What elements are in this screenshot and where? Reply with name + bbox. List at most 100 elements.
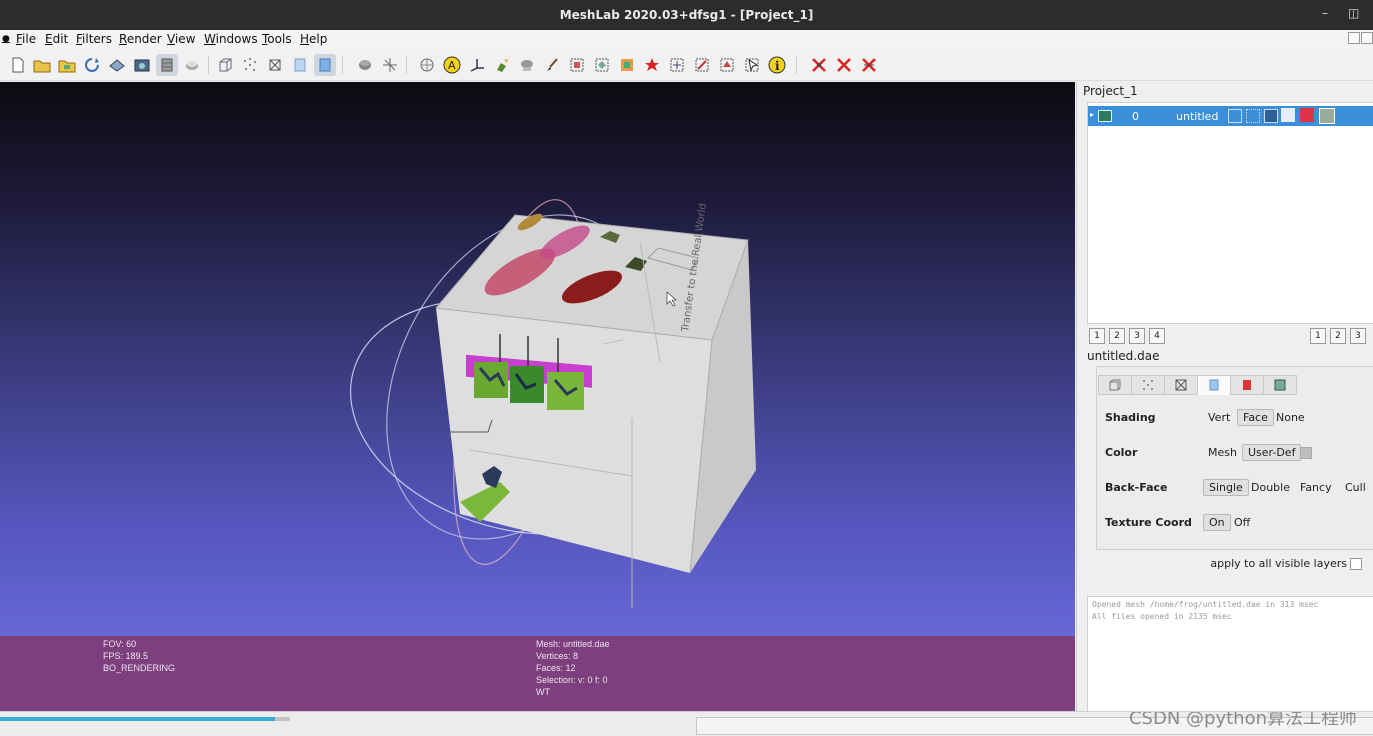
layer-texture-icon[interactable] bbox=[1300, 108, 1314, 122]
select-faces-icon[interactable] bbox=[566, 54, 588, 76]
points-icon[interactable] bbox=[239, 54, 261, 76]
info-mesh: Mesh: untitled.dae bbox=[536, 639, 610, 649]
apply-all-checkbox[interactable] bbox=[1350, 558, 1362, 570]
delete-faces-icon[interactable] bbox=[833, 54, 855, 76]
raster-button-3[interactable]: 3 bbox=[1350, 328, 1366, 344]
view-button-3[interactable]: 3 bbox=[1129, 328, 1145, 344]
layer-dock: Project_1 ▸ 0 untitled 1 2 3 4 1 2 3 unt… bbox=[1076, 82, 1373, 712]
wireframe-icon[interactable] bbox=[264, 54, 286, 76]
shading-vert-option[interactable]: Vert bbox=[1203, 410, 1235, 425]
color-mesh-option[interactable]: Mesh bbox=[1203, 445, 1242, 460]
raster-icon[interactable] bbox=[181, 54, 203, 76]
info-icon[interactable]: i bbox=[766, 54, 788, 76]
texcoord-on-option[interactable]: On bbox=[1203, 514, 1231, 531]
menu-view[interactable]: View bbox=[167, 32, 195, 46]
mdi-restore-button[interactable] bbox=[1348, 32, 1360, 44]
info-rendering: BO_RENDERING bbox=[103, 663, 176, 673]
backface-double-option[interactable]: Double bbox=[1246, 480, 1295, 495]
tab-points[interactable] bbox=[1131, 375, 1165, 395]
new-project-icon[interactable] bbox=[7, 54, 29, 76]
view-button-4[interactable]: 4 bbox=[1149, 328, 1165, 344]
light-icon[interactable] bbox=[354, 54, 376, 76]
expand-arrow-icon[interactable]: ▸ bbox=[1090, 110, 1094, 119]
color-swatch[interactable] bbox=[1300, 447, 1312, 459]
raster-button-2[interactable]: 2 bbox=[1330, 328, 1346, 344]
view-button-1[interactable]: 1 bbox=[1089, 328, 1105, 344]
select-connected-icon[interactable] bbox=[591, 54, 613, 76]
axis-icon[interactable] bbox=[466, 54, 488, 76]
select-vertex-icon[interactable] bbox=[516, 54, 538, 76]
menu-tools[interactable]: Tools bbox=[262, 32, 292, 46]
backface-cull-option[interactable]: Cull bbox=[1340, 480, 1371, 495]
menu-windows[interactable]: Windows bbox=[204, 32, 258, 46]
flat-icon[interactable] bbox=[289, 54, 311, 76]
tab-wireframe[interactable] bbox=[1164, 375, 1198, 395]
tab-texture[interactable] bbox=[1230, 375, 1264, 395]
backface-single-option[interactable]: Single bbox=[1203, 479, 1249, 496]
manipulator-icon[interactable] bbox=[666, 54, 688, 76]
tab-bbox[interactable] bbox=[1098, 375, 1132, 395]
raster-button-1[interactable]: 1 bbox=[1310, 328, 1326, 344]
layer-list: ▸ 0 untitled bbox=[1087, 102, 1373, 324]
layer-wire-icon[interactable] bbox=[1264, 109, 1278, 123]
paint-icon[interactable] bbox=[491, 54, 513, 76]
color-userdef-option[interactable]: User-Def bbox=[1242, 444, 1302, 461]
layer-flat-icon[interactable] bbox=[1281, 108, 1295, 122]
georef-icon[interactable] bbox=[641, 54, 663, 76]
toolbar: A i bbox=[0, 50, 1373, 81]
layer-visible-icon[interactable] bbox=[1098, 110, 1112, 122]
info-pane-icon[interactable] bbox=[416, 54, 438, 76]
snapshot-icon[interactable] bbox=[131, 54, 153, 76]
render-options-panel: Shading Vert Face None Color Mesh User-D… bbox=[1096, 366, 1373, 550]
3d-viewport[interactable]: Transfer to the Real World bbox=[0, 82, 1075, 636]
color-label: Color bbox=[1105, 446, 1138, 459]
log-line: All files opened in 2135 msec bbox=[1092, 612, 1232, 621]
smooth-icon[interactable] bbox=[314, 54, 336, 76]
file-name: untitled.dae bbox=[1087, 349, 1160, 363]
import-mesh-icon[interactable] bbox=[56, 54, 78, 76]
backface-fancy-option[interactable]: Fancy bbox=[1295, 480, 1337, 495]
texcoord-label: Texture Coord bbox=[1105, 516, 1192, 529]
tab-fill[interactable] bbox=[1197, 375, 1231, 395]
delete-selection-icon[interactable] bbox=[858, 54, 880, 76]
title-bar: MeshLab 2020.03+dfsg1 - [Project_1] – ◫ bbox=[0, 0, 1373, 30]
menu-file[interactable]: File bbox=[16, 32, 36, 46]
bounding-box-icon[interactable] bbox=[214, 54, 236, 76]
log-panel: Opened mesh /home/frog/untitled.dae in 3… bbox=[1087, 596, 1373, 712]
view-button-2[interactable]: 2 bbox=[1109, 328, 1125, 344]
export-mesh-icon[interactable] bbox=[106, 54, 128, 76]
measure-icon[interactable] bbox=[716, 54, 738, 76]
texcoord-off-option[interactable]: Off bbox=[1229, 515, 1255, 530]
layers-icon[interactable] bbox=[156, 54, 178, 76]
layer-bbox-icon[interactable] bbox=[1228, 109, 1242, 123]
reload-icon[interactable] bbox=[81, 54, 103, 76]
cube-front-face bbox=[436, 308, 712, 573]
apply-all-label: apply to all visible layers bbox=[1210, 557, 1347, 570]
status-bar: CSDN @python算法工程师 bbox=[0, 708, 1373, 736]
restore-button[interactable]: ◫ bbox=[1348, 6, 1359, 20]
trackball-icon[interactable] bbox=[379, 54, 401, 76]
mdi-close-button[interactable] bbox=[1361, 32, 1373, 44]
layer-row[interactable]: ▸ 0 untitled bbox=[1088, 106, 1373, 126]
menu-edit[interactable]: Edit bbox=[45, 32, 68, 46]
minimize-button[interactable]: – bbox=[1322, 6, 1328, 20]
menu-help[interactable]: Help bbox=[300, 32, 327, 46]
shading-none-option[interactable]: None bbox=[1271, 410, 1310, 425]
layer-decorator-icon[interactable] bbox=[1319, 108, 1335, 124]
tab-decorators[interactable] bbox=[1263, 375, 1297, 395]
pick-points-icon[interactable] bbox=[741, 54, 763, 76]
align-icon[interactable] bbox=[691, 54, 713, 76]
delete-vertices-icon[interactable] bbox=[808, 54, 830, 76]
open-project-icon[interactable] bbox=[31, 54, 53, 76]
menu-render[interactable]: Render bbox=[119, 32, 162, 46]
brush-icon[interactable] bbox=[541, 54, 563, 76]
svg-text:A: A bbox=[448, 59, 456, 72]
app-menu-icon[interactable]: ● bbox=[2, 34, 10, 44]
layer-points-icon[interactable] bbox=[1246, 109, 1260, 123]
menu-filters[interactable]: Filters bbox=[76, 32, 112, 46]
log-line: Opened mesh /home/frog/untitled.dae in 3… bbox=[1092, 600, 1319, 609]
quality-icon[interactable] bbox=[616, 54, 638, 76]
viewport-info-bar: FOV: 60 FPS: 189.5 BO_RENDERING Mesh: un… bbox=[0, 636, 1075, 711]
shading-face-option[interactable]: Face bbox=[1237, 409, 1274, 426]
annotation-icon[interactable]: A bbox=[441, 54, 463, 76]
